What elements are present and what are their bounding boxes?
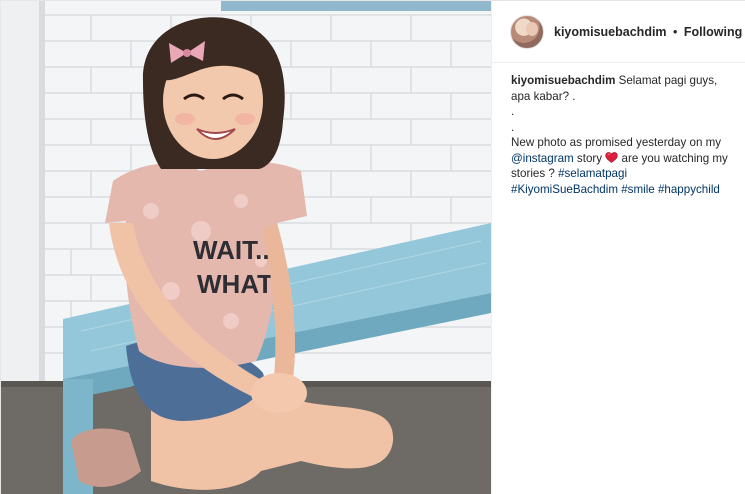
caption-story-text: story [576, 151, 603, 165]
caption-line4: New photo as promised yesterday on my [511, 136, 722, 149]
hashtag-link[interactable]: #smile [621, 183, 655, 196]
post-photo[interactable]: WAIT... WHAT? [1, 1, 491, 494]
child-hands [251, 373, 307, 413]
post-caption: kiyomisuebachdim Selamat pagi guys, apa … [492, 63, 745, 197]
photo-illustration: WAIT... WHAT? [1, 1, 491, 494]
instagram-post: WAIT... WHAT? kiyomisuebachdim • Followi… [0, 0, 745, 494]
hashtag-link[interactable]: #selamatpagi [558, 167, 627, 180]
post-header: kiyomisuebachdim • Following [492, 1, 745, 63]
red-heart-icon [605, 151, 619, 163]
shirt-text-line1: WAIT... [193, 235, 277, 265]
hashtag-link[interactable]: #KiyomiSueBachdim [511, 183, 618, 196]
post-side-panel: kiyomisuebachdim • Following kiyomisueba… [491, 1, 745, 494]
following-button[interactable]: Following [684, 25, 742, 39]
header-separator: • [673, 24, 678, 39]
caption-username[interactable]: kiyomisuebachdim [511, 74, 615, 87]
mention-link[interactable]: @instagram [511, 152, 574, 165]
hashtag-link[interactable]: #happychild [658, 183, 720, 196]
caption-line3: . [511, 120, 515, 134]
header-text: kiyomisuebachdim • Following [554, 25, 742, 39]
caption-line2: . [511, 105, 515, 118]
avatar[interactable] [510, 14, 544, 49]
header-username[interactable]: kiyomisuebachdim [554, 25, 667, 39]
